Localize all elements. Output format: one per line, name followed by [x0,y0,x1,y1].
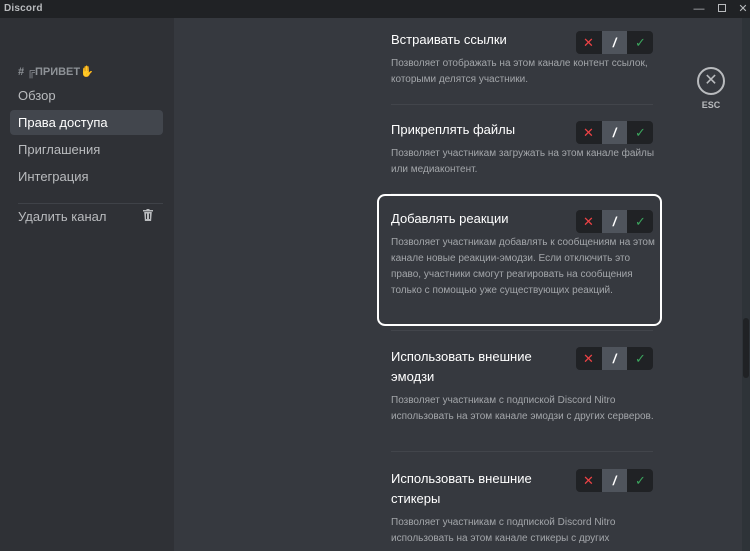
scrollbar-track[interactable] [742,18,750,551]
permission-description: Позволяет участникам добавлять к сообщен… [391,237,655,296]
app-name: Discord [4,3,43,14]
permission-description: Позволяет участникам с подпиской Discord… [391,517,616,551]
permission-toggle-embed-links: ✕ / ✓ [576,31,653,54]
deny-button[interactable]: ✕ [576,210,601,233]
title-bar: Discord — ✕ [0,0,750,18]
permission-toggle-external-stickers: ✕ / ✓ [576,469,653,492]
permission-description: Позволяет отображать на этом канале конт… [391,58,648,85]
sidebar-item-overview[interactable]: Обзор [10,83,163,108]
close-window-button[interactable]: ✕ [732,0,750,18]
permissions-panel: Встраивать ссылки Позволяет отображать н… [174,18,750,551]
delete-channel-button[interactable]: Удалить канал [10,204,163,229]
allow-button[interactable]: ✓ [628,121,653,144]
neutral-button[interactable]: / [602,210,627,233]
settings-sidebar: # ╔ПРИВЕТ✋ Обзор Права доступа Приглашен… [0,18,174,551]
deny-button[interactable]: ✕ [576,347,601,370]
hand-emoji-icon: ✋ [80,66,94,78]
allow-button[interactable]: ✓ [628,210,653,233]
permission-title: Использовать внешние эмодзи [391,349,532,384]
permission-description: Позволяет участникам загружать на этом к… [391,148,655,175]
allow-button[interactable]: ✓ [628,31,653,54]
scrollbar-thumb[interactable] [743,318,749,378]
close-settings-button[interactable]: ✕ [697,67,725,95]
close-icon: ✕ [704,72,718,89]
esc-label: ESC [701,100,721,110]
sidebar-item-invites[interactable]: Приглашения [10,137,163,162]
deny-button[interactable]: ✕ [576,469,601,492]
delete-channel-label: Удалить канал [18,209,107,224]
neutral-button[interactable]: / [602,469,627,492]
deny-button[interactable]: ✕ [576,121,601,144]
allow-button[interactable]: ✓ [628,469,653,492]
neutral-button[interactable]: / [602,31,627,54]
permission-description: Позволяет участникам с подпиской Discord… [391,395,654,422]
permission-toggle-attach-files: ✕ / ✓ [576,121,653,144]
channel-name-text: # ╔ПРИВЕТ [18,66,81,78]
sidebar-item-integrations[interactable]: Интеграция [10,164,163,189]
channel-name: # ╔ПРИВЕТ✋ [18,65,94,78]
deny-button[interactable]: ✕ [576,31,601,54]
permission-toggle-add-reactions: ✕ / ✓ [576,210,653,233]
divider [391,451,653,452]
maximize-button[interactable] [711,0,733,18]
divider [391,104,653,105]
permission-title: Использовать внешние стикеры [391,471,532,506]
permission-toggle-external-emoji: ✕ / ✓ [576,347,653,370]
neutral-button[interactable]: / [602,121,627,144]
maximize-icon [718,4,726,13]
allow-button[interactable]: ✓ [628,347,653,370]
neutral-button[interactable]: / [602,347,627,370]
sidebar-item-permissions[interactable]: Права доступа [10,110,163,135]
trash-icon[interactable] [143,209,153,221]
divider [391,330,653,331]
minimize-button[interactable]: — [688,0,710,18]
